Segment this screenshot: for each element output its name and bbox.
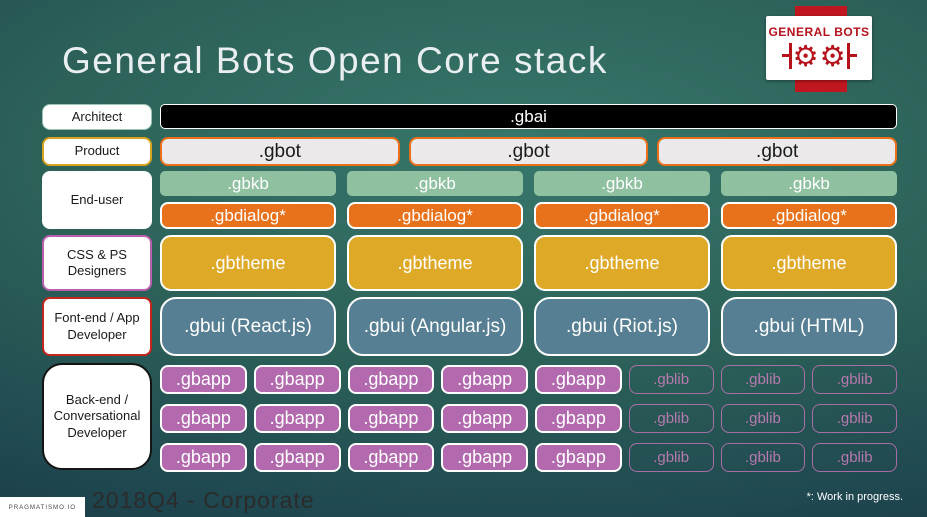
gbkb-box: .gbkb — [347, 171, 523, 196]
pragmatismo-logo: PRAGMATISMO.IO — [0, 497, 85, 517]
label-product: Product — [42, 137, 152, 166]
gblib-box: .gblib — [812, 365, 897, 394]
row-backend-3: .gbapp .gbapp .gbapp .gbapp .gbapp .gbli… — [160, 443, 897, 472]
gear-bar-right — [846, 42, 857, 69]
gblib-box: .gblib — [720, 404, 806, 433]
gbapp-box: .gbapp — [441, 443, 528, 472]
gear-icon: ⚙ — [792, 38, 819, 73]
row-gbtheme: .gbtheme .gbtheme .gbtheme .gbtheme — [160, 235, 897, 291]
gbot-box: .gbot — [657, 137, 898, 166]
row-backend-1: .gbapp .gbapp .gbapp .gbapp .gbapp .gbli… — [160, 365, 897, 394]
gbapp-box: .gbapp — [535, 404, 622, 433]
row-gbui: .gbui (React.js) .gbui (Angular.js) .gbu… — [160, 297, 897, 356]
work-in-progress-note: *: Work in progress. — [806, 491, 903, 503]
gblib-box: .gblib — [812, 443, 897, 472]
gbtheme-box: .gbtheme — [347, 235, 523, 291]
gbdialog-box: .gbdialog* — [347, 202, 523, 229]
gbapp-box: .gbapp — [347, 365, 435, 394]
gbkb-box: .gbkb — [534, 171, 710, 196]
gbapp-box: .gbapp — [535, 443, 622, 472]
gbdialog-box: .gbdialog* — [160, 202, 336, 229]
gblib-box: .gblib — [812, 404, 897, 433]
gbui-riot-box: .gbui (Riot.js) — [534, 297, 710, 356]
gbui-html-box: .gbui (HTML) — [721, 297, 897, 356]
gbapp-box: .gbapp — [347, 443, 435, 472]
gblib-box: .gblib — [720, 443, 806, 472]
gbapp-box: .gbapp — [253, 365, 341, 394]
gbot-box: .gbot — [160, 137, 400, 166]
row-architect: .gbai — [160, 104, 897, 129]
gbapp-box: .gbapp — [253, 404, 341, 433]
row-backend-2: .gbapp .gbapp .gbapp .gbapp .gbapp .gbli… — [160, 404, 897, 433]
label-frontend-app-developer: Font-end / App Developer — [42, 297, 152, 356]
gbtheme-box: .gbtheme — [534, 235, 710, 291]
gbapp-box: .gbapp — [347, 404, 435, 433]
gblib-box: .gblib — [628, 365, 714, 394]
row-gbkb: .gbkb .gbkb .gbkb .gbkb — [160, 171, 897, 196]
label-css-ps-designers: CSS & PS Designers — [42, 235, 152, 291]
gbapp-box: .gbapp — [253, 443, 341, 472]
gbui-react-box: .gbui (React.js) — [160, 297, 336, 356]
gbui-angular-box: .gbui (Angular.js) — [347, 297, 523, 356]
label-end-user: End-user — [42, 171, 152, 229]
pragmatismo-logo-text: PRAGMATISMO.IO — [8, 503, 77, 511]
gblib-box: .gblib — [628, 443, 714, 472]
gbkb-box: .gbkb — [721, 171, 897, 196]
row-product: .gbot .gbot .gbot — [160, 137, 898, 166]
gbtheme-box: .gbtheme — [160, 235, 336, 291]
general-bots-logo: GENERAL BOTS ⚙ ⚙ — [766, 16, 872, 80]
row-gbdialog: .gbdialog* .gbdialog* .gbdialog* .gbdial… — [160, 202, 897, 229]
gbapp-box: .gbapp — [160, 404, 247, 433]
gblib-box: .gblib — [628, 404, 714, 433]
gbapp-box: .gbapp — [535, 365, 622, 394]
gbdialog-box: .gbdialog* — [721, 202, 897, 229]
gblib-box: .gblib — [720, 365, 806, 394]
gbtheme-box: .gbtheme — [721, 235, 897, 291]
footer-text: 2018Q4 - Corporate — [92, 487, 315, 513]
gbapp-box: .gbapp — [160, 443, 247, 472]
page-title: General Bots Open Core stack — [62, 40, 608, 81]
label-architect: Architect — [42, 104, 152, 130]
gbapp-box: .gbapp — [441, 365, 528, 394]
gbkb-box: .gbkb — [160, 171, 336, 196]
gbot-box: .gbot — [408, 137, 649, 166]
logo-text: GENERAL BOTS — [768, 24, 870, 39]
gear-icon: ⚙ — [819, 38, 846, 73]
gear-bar-left — [781, 42, 792, 69]
gbapp-box: .gbapp — [160, 365, 247, 394]
gbai-box: .gbai — [160, 104, 897, 129]
gbapp-box: .gbapp — [441, 404, 528, 433]
slide: General Bots Open Core stack GENERAL BOT… — [0, 0, 927, 517]
label-backend-conversational-developer: Back-end / Conversational Developer — [42, 363, 152, 470]
gears-icon: ⚙ ⚙ — [781, 38, 857, 73]
gbdialog-box: .gbdialog* — [534, 202, 710, 229]
